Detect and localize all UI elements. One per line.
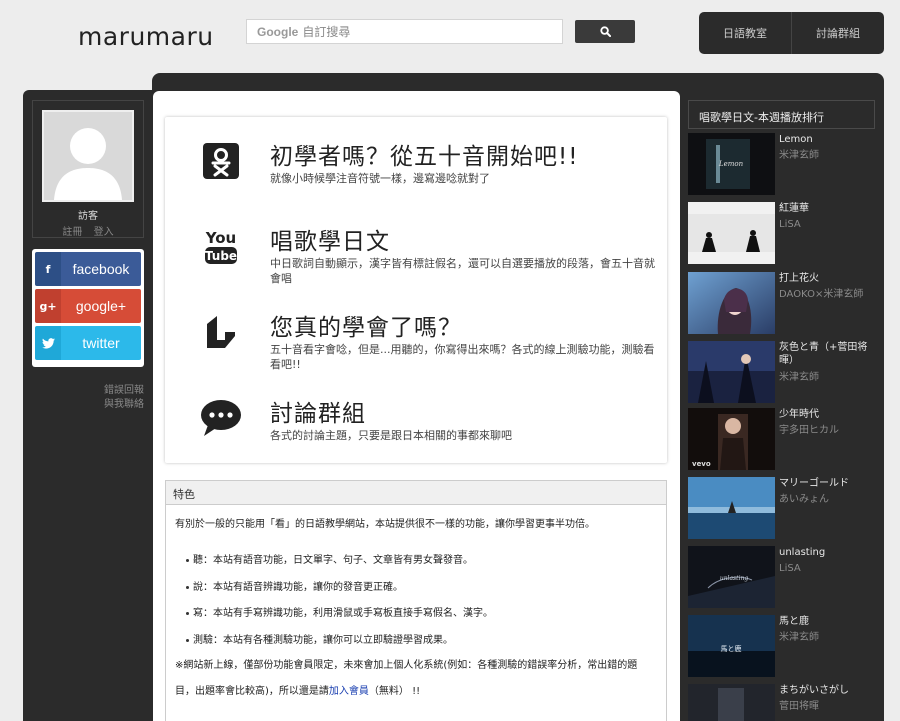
facebook-button[interactable]: f facebook — [35, 252, 141, 286]
list-item: 說：本站有語音辨識功能，讓你的發音更正確。 — [186, 580, 657, 595]
register-link[interactable]: 註冊 — [62, 227, 82, 238]
song-item[interactable]: 灰色と青（+菅田将暉） 米津玄師 — [688, 341, 878, 403]
quiz-icon — [199, 310, 243, 354]
search-input[interactable]: Google 自訂搜尋 — [246, 19, 563, 44]
search-placeholder: 自訂搜尋 — [302, 25, 351, 39]
feature-title: 唱歌學日文 — [270, 229, 390, 255]
search-icon — [599, 26, 611, 37]
feature-desc: 就像小時候學注音符號一樣，邊寫邊唸就對了 — [270, 172, 490, 185]
song-thumbnail[interactable]: Lemon — [688, 133, 775, 195]
user-box: 訪客 註冊 登入 — [32, 100, 144, 238]
panel-intro: 有別於一般的只能用「看」的日語教學網站，本站提供很不一樣的功能，讓你學習更事半功… — [175, 519, 595, 530]
google-plus-button[interactable]: g+ google+ — [35, 289, 141, 323]
list-item: 寫：本站有手寫辨識功能，利用滑鼠或手寫板直接手寫假名、漢字。 — [186, 606, 657, 621]
contact-link[interactable]: 與我聯絡 — [34, 398, 144, 412]
song-thumbnail[interactable] — [688, 202, 775, 264]
feature-desc: 中日歌詞自動顯示，漢字皆有標註假名，還可以自選要播放的段落，會五十音就會唱 — [270, 257, 655, 285]
thumb-text: 馬と鹿 — [721, 644, 742, 653]
feature-discussion[interactable]: 討論群組 各式的討論主題，只要是跟日本相關的事都來聊吧 — [165, 376, 667, 462]
list-item: 測驗：本站有各種測驗功能，讓你可以立即驗證學習成果。 — [186, 633, 657, 648]
feature-title: 初學者嗎？從五十音開始吧!! — [270, 144, 579, 170]
song-item[interactable]: まちがいさがし 菅田将暉 — [688, 684, 878, 721]
join-member-link[interactable]: 加入會員 — [329, 686, 369, 697]
google-plus-icon: g+ — [35, 289, 61, 323]
thumb-text: Lemon — [718, 160, 744, 168]
song-item[interactable]: 紅蓮華 LiSA — [688, 202, 878, 264]
song-title[interactable]: 少年時代 — [779, 408, 875, 421]
song-title[interactable]: Lemon — [779, 133, 875, 146]
song-thumbnail[interactable]: unlasting — [688, 546, 775, 608]
search-button[interactable] — [575, 20, 635, 43]
chat-icon — [199, 396, 243, 440]
google-plus-label: google+ — [61, 289, 141, 323]
song-title[interactable]: 打上花火 — [779, 272, 875, 285]
svg-text:You: You — [205, 229, 236, 247]
avatar — [42, 110, 134, 202]
list-item: 聽：本站有語音功能，日文單字、句子、文章皆有男女聲發音。 — [186, 553, 657, 568]
kana-icon — [199, 139, 243, 183]
song-thumbnail[interactable]: vevo — [688, 408, 775, 470]
social-buttons: f facebook g+ google+ twitter — [32, 249, 144, 367]
feature-songs[interactable]: You Tube 唱歌學日文 中日歌詞自動顯示，漢字皆有標註假名，還可以自選要播… — [165, 204, 667, 290]
thumb-text: unlasting — [720, 575, 748, 582]
song-title[interactable]: 馬と鹿 — [779, 615, 875, 628]
song-item[interactable]: vevo 少年時代 宇多田ヒカル — [688, 408, 878, 470]
feature-kana[interactable]: 初學者嗎？從五十音開始吧!! 就像小時候學注音符號一樣，邊寫邊唸就對了 — [165, 119, 667, 205]
song-thumbnail[interactable] — [688, 272, 775, 334]
nav-discussion-group[interactable]: 討論群組 — [791, 12, 884, 54]
song-artist: DAOKO×米津玄師 — [779, 289, 864, 300]
song-thumbnail[interactable]: 馬と鹿 — [688, 615, 775, 677]
song-artist: LiSA — [779, 563, 801, 574]
panel-list: 聽：本站有語音功能，日文單字、句子、文章皆有男女聲發音。 說：本站有語音辨識功能… — [175, 553, 657, 648]
ranking-title: 唱歌學日文-本週播放排行 — [688, 100, 875, 129]
feature-quiz[interactable]: 您真的學會了嗎？ 五十音看字會唸，但是...用聽的，你寫得出來嗎？各式的線上測驗… — [165, 290, 667, 376]
svg-text:Tube: Tube — [205, 249, 237, 263]
song-thumbnail[interactable] — [688, 477, 775, 539]
login-link[interactable]: 登入 — [94, 227, 114, 238]
default-avatar-icon — [44, 112, 132, 200]
song-title[interactable]: マリーゴールド — [779, 477, 875, 490]
song-item[interactable]: unlasting unlasting LiSA — [688, 546, 878, 608]
song-artist: LiSA — [779, 219, 801, 230]
panel-note: ※網站新上線，僅部份功能會員限定，未來會加上個人化系統(例如：各種測驗的錯誤率分… — [175, 653, 657, 705]
features-panel: 特色 有別於一般的只能用「看」的日語教學網站，本站提供很不一樣的功能，讓你學習更… — [165, 480, 667, 721]
song-item[interactable]: 打上花火 DAOKO×米津玄師 — [688, 272, 878, 334]
thumb-text: vevo — [692, 460, 711, 468]
twitter-icon — [35, 326, 61, 360]
facebook-label: facebook — [61, 252, 141, 286]
song-title[interactable]: 紅蓮華 — [779, 202, 875, 215]
song-artist: 米津玄師 — [779, 632, 819, 643]
song-title[interactable]: unlasting — [779, 546, 875, 559]
note-suffix: （無料） !! — [368, 686, 421, 697]
site-logo[interactable]: marumaru — [78, 22, 214, 51]
facebook-icon: f — [35, 252, 61, 286]
feature-desc: 五十音看字會唸，但是...用聽的，你寫得出來嗎？各式的線上測驗功能，測驗看看吧!… — [270, 343, 655, 371]
song-artist: 米津玄師 — [779, 372, 819, 383]
song-artist: 米津玄師 — [779, 150, 819, 161]
feature-desc: 各式的討論主題，只要是跟日本相關的事都來聊吧 — [270, 429, 512, 442]
twitter-label: twitter — [61, 326, 141, 360]
song-thumbnail[interactable] — [688, 341, 775, 403]
song-artist: あいみょん — [779, 494, 829, 505]
song-artist: 宇多田ヒカル — [779, 425, 839, 436]
song-item[interactable]: 馬と鹿 馬と鹿 米津玄師 — [688, 615, 878, 677]
song-artist: 菅田将暉 — [779, 701, 819, 712]
feature-title: 您真的學會了嗎？ — [270, 315, 462, 341]
error-report-link[interactable]: 錯誤回報 — [34, 384, 144, 398]
search-prefix: Google — [257, 24, 299, 39]
feature-title: 討論群組 — [270, 401, 366, 427]
song-item[interactable]: Lemon Lemon 米津玄師 — [688, 133, 878, 195]
song-thumbnail[interactable] — [688, 684, 775, 721]
panel-title: 特色 — [166, 481, 666, 505]
user-name: 訪客 — [78, 211, 98, 222]
nav-japanese-class[interactable]: 日語教室 — [699, 12, 791, 54]
top-nav: 日語教室 討論群組 — [699, 12, 884, 54]
youtube-icon: You Tube — [199, 224, 243, 268]
feature-list: 初學者嗎？從五十音開始吧!! 就像小時候學注音符號一樣，邊寫邊唸就對了 You … — [165, 117, 667, 463]
song-item[interactable]: マリーゴールド あいみょん — [688, 477, 878, 539]
song-title[interactable]: まちがいさがし — [779, 684, 875, 697]
song-title[interactable]: 灰色と青（+菅田将暉） — [779, 341, 875, 367]
twitter-button[interactable]: twitter — [35, 326, 141, 360]
